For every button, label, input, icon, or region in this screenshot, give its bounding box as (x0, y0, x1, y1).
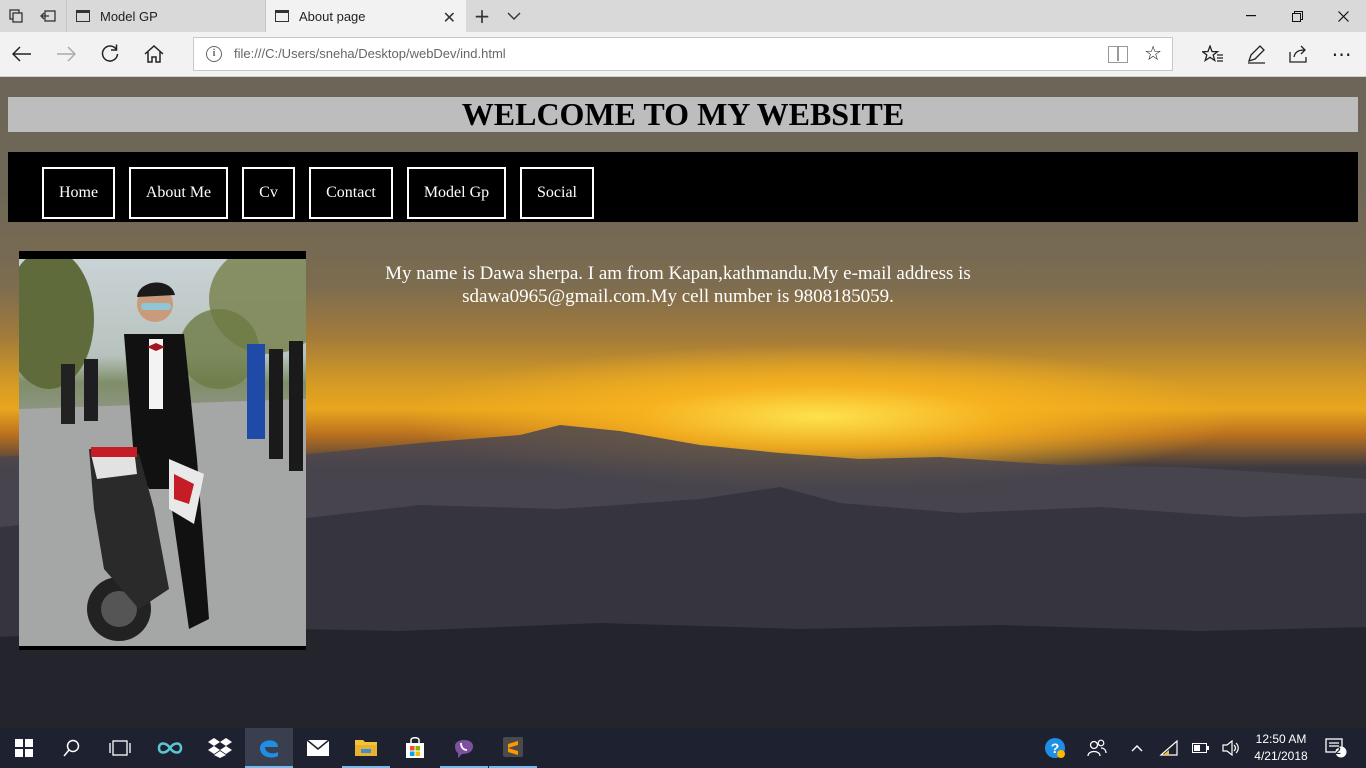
store-icon[interactable] (391, 728, 439, 768)
refresh-icon[interactable] (92, 38, 128, 70)
home-icon[interactable] (136, 38, 172, 70)
site-header: WELCOME TO MY WEBSITE (8, 97, 1358, 132)
chevron-down-icon[interactable] (498, 0, 530, 32)
nav-link-social[interactable]: Social (520, 167, 594, 219)
restore-icon[interactable] (1274, 0, 1320, 32)
sublime-text-icon[interactable] (489, 728, 537, 768)
start-icon[interactable] (0, 728, 48, 768)
volume-icon[interactable] (1220, 738, 1242, 758)
people-icon[interactable] (1086, 738, 1108, 758)
file-explorer-icon[interactable] (342, 728, 390, 768)
new-tab-icon[interactable]: + (466, 0, 498, 32)
browser-toolbar: i file:///C:/Users/sneha/Desktop/webDev/… (0, 32, 1366, 77)
clock-time: 12:50 AM (1255, 732, 1307, 746)
close-window-icon[interactable] (1320, 0, 1366, 32)
nav-link-home[interactable]: Home (42, 167, 115, 219)
search-icon[interactable] (48, 728, 96, 768)
web-note-pen-icon[interactable] (1236, 38, 1276, 70)
info-icon[interactable]: i (206, 46, 222, 62)
tab-title: About page (299, 8, 366, 24)
nav-link-about-me[interactable]: About Me (129, 167, 228, 219)
tab-about-page[interactable]: About page ✕ (266, 0, 466, 32)
chevron-up-icon[interactable] (1126, 738, 1148, 758)
browser-tab-strip: Model GP About page ✕ + (0, 0, 1366, 32)
nav-link-contact[interactable]: Contact (309, 167, 393, 219)
infinity-app-icon[interactable] (146, 728, 194, 768)
system-clock[interactable]: 12:50 AM 4/21/2018 (1245, 731, 1317, 765)
page-icon (275, 10, 289, 22)
minimize-icon[interactable] (1228, 0, 1274, 32)
tab-preview-icon[interactable] (0, 0, 32, 32)
dropbox-icon[interactable] (196, 728, 244, 768)
nav-link-model-gp[interactable]: Model Gp (407, 167, 506, 219)
viber-icon[interactable] (440, 728, 488, 768)
nav-link-cv[interactable]: Cv (242, 167, 295, 219)
clock-date: 4/21/2018 (1254, 749, 1308, 763)
page-title: WELCOME TO MY WEBSITE (461, 96, 905, 132)
forward-icon[interactable] (48, 38, 84, 70)
profile-photo (19, 251, 306, 650)
close-icon[interactable]: ✕ (443, 8, 456, 28)
bio-paragraph: My name is Dawa sherpa. I am from Kapan,… (385, 262, 971, 308)
set-tabs-aside-icon[interactable] (32, 0, 64, 32)
help-icon[interactable]: ? (1043, 738, 1067, 758)
bio-text: My name is Dawa sherpa. I am from Kapan,… (385, 263, 971, 307)
page-icon (76, 10, 90, 22)
share-icon[interactable] (1279, 38, 1319, 70)
favorites-hub-icon[interactable] (1193, 38, 1233, 70)
taskbar: ? 12:50 AM 4/21/2018 2 (0, 728, 1366, 768)
more-icon[interactable]: ⋯ (1322, 38, 1362, 70)
back-icon[interactable] (4, 38, 40, 70)
battery-icon[interactable] (1190, 738, 1212, 758)
wifi-icon[interactable] (1158, 738, 1180, 758)
profile-photo-image (19, 259, 306, 646)
address-url[interactable]: file:///C:/Users/sneha/Desktop/webDev/in… (234, 46, 506, 61)
edge-icon[interactable] (245, 728, 293, 768)
site-nav: Home About Me Cv Contact Model Gp Social (8, 152, 1358, 222)
address-bar[interactable]: i file:///C:/Users/sneha/Desktop/webDev/… (193, 37, 1173, 71)
tab-title: Model GP (100, 8, 158, 24)
tab-model-gp[interactable]: Model GP (66, 0, 266, 32)
task-view-icon[interactable] (96, 728, 144, 768)
reading-view-icon[interactable] (1108, 46, 1128, 63)
notification-count: 2 (1335, 746, 1341, 757)
mail-icon[interactable] (294, 728, 342, 768)
web-page: WELCOME TO MY WEBSITE Home About Me Cv C… (0, 77, 1366, 728)
notification-center-icon[interactable]: 2 (1322, 738, 1350, 758)
favorite-star-icon[interactable]: ☆ (1144, 41, 1162, 65)
